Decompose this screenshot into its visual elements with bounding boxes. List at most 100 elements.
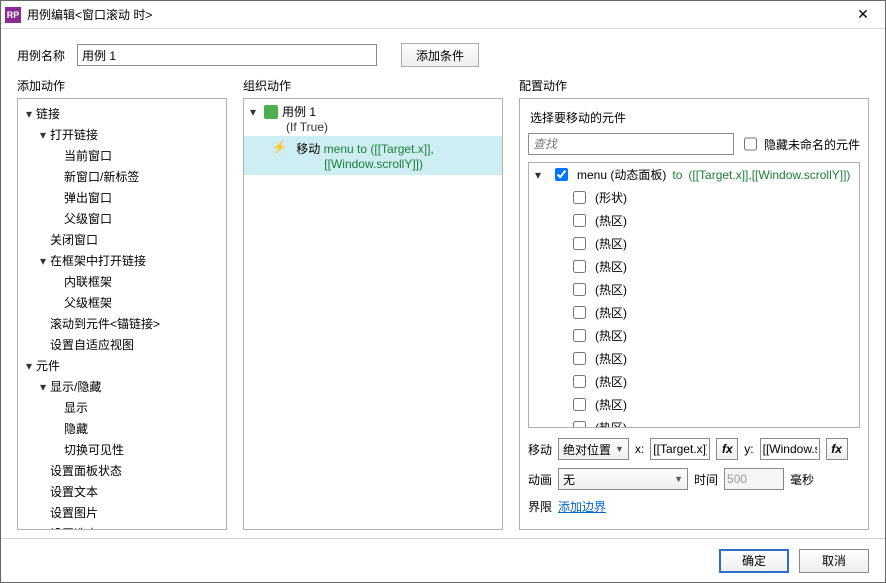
widget-checkbox[interactable] xyxy=(573,398,586,411)
config-controls: 移动 绝对位置 ▼ x: fx y: fx 动画 xyxy=(528,438,860,523)
move-mode-dropdown[interactable]: 绝对位置 ▼ xyxy=(558,438,629,460)
tree-node[interactable]: 隐藏 xyxy=(18,418,226,439)
widget-name: (热区) xyxy=(595,350,627,367)
fx-button-x[interactable]: fx xyxy=(716,438,738,460)
organize-panel[interactable]: 用例 1 (If True) ⚡ 移动 menu to ([[Target.x]… xyxy=(243,98,503,530)
tree-node-label: 新窗口/新标签 xyxy=(64,170,139,184)
widget-row[interactable]: (热区) xyxy=(529,255,859,278)
chevron-down-icon[interactable] xyxy=(38,380,48,394)
widget-row[interactable]: (热区) xyxy=(529,370,859,393)
tree-node-label: 在框架中打开链接 xyxy=(50,254,146,268)
case-icon xyxy=(264,105,278,119)
widget-checkbox[interactable] xyxy=(573,214,586,227)
widget-checkbox[interactable] xyxy=(573,306,586,319)
chevron-down-icon[interactable] xyxy=(248,105,258,119)
fx-button-y[interactable]: fx xyxy=(826,438,848,460)
widget-name: (热区) xyxy=(595,281,627,298)
tree-node[interactable]: 元件 xyxy=(18,355,226,376)
ok-button[interactable]: 确定 xyxy=(719,549,789,573)
tree-node[interactable]: 父级框架 xyxy=(18,292,226,313)
chevron-down-icon[interactable] xyxy=(24,359,34,373)
action-tree-panel[interactable]: 链接打开链接当前窗口新窗口/新标签弹出窗口父级窗口关闭窗口在框架中打开链接内联框… xyxy=(17,98,227,530)
action-target: menu xyxy=(324,142,354,156)
chevron-down-icon[interactable] xyxy=(533,168,543,182)
widget-checkbox[interactable] xyxy=(573,421,586,428)
columns: 添加动作 链接打开链接当前窗口新窗口/新标签弹出窗口父级窗口关闭窗口在框架中打开… xyxy=(1,77,885,538)
tree-node[interactable]: 切换可见性 xyxy=(18,439,226,460)
case-node[interactable]: 用例 1 xyxy=(244,99,502,120)
y-input[interactable] xyxy=(760,438,820,460)
x-label: x: xyxy=(635,442,644,456)
chevron-right-icon[interactable] xyxy=(38,527,48,530)
time-label: 时间 xyxy=(694,471,718,488)
tree-node[interactable]: 新窗口/新标签 xyxy=(18,166,226,187)
tree-node[interactable]: 设置图片 xyxy=(18,502,226,523)
widget-row-menu[interactable]: menu (动态面板) to ([[Target.x]],[[Window.sc… xyxy=(529,163,859,186)
widget-row[interactable]: (热区) xyxy=(529,301,859,324)
tree-node[interactable]: 设置文本 xyxy=(18,481,226,502)
widget-checkbox[interactable] xyxy=(573,283,586,296)
tree-node[interactable]: 关闭窗口 xyxy=(18,229,226,250)
widget-checkbox[interactable] xyxy=(573,329,586,342)
tree-node[interactable]: 在框架中打开链接 xyxy=(18,250,226,271)
widget-row[interactable]: (热区) xyxy=(529,232,859,255)
widget-checkbox[interactable] xyxy=(573,237,586,250)
time-input xyxy=(724,468,784,490)
widget-checkbox[interactable] xyxy=(573,260,586,273)
widget-row[interactable]: (热区) xyxy=(529,278,859,301)
widget-checkbox[interactable] xyxy=(573,191,586,204)
chevron-down-icon[interactable] xyxy=(38,254,48,268)
search-input[interactable] xyxy=(528,133,734,155)
widget-row[interactable]: (热区) xyxy=(529,416,859,428)
tree-node[interactable]: 设置选中 xyxy=(18,523,226,530)
cancel-button[interactable]: 取消 xyxy=(799,549,869,573)
tree-node[interactable]: 显示/隐藏 xyxy=(18,376,226,397)
add-bounds-link[interactable]: 添加边界 xyxy=(558,498,606,515)
action-to: to xyxy=(357,142,367,156)
widget-row[interactable]: (热区) xyxy=(529,393,859,416)
widget-row[interactable]: (热区) xyxy=(529,209,859,232)
case-name-input[interactable] xyxy=(77,44,377,66)
widget-name: (热区) xyxy=(595,419,627,428)
hide-unnamed-text: 隐藏未命名的元件 xyxy=(764,136,860,153)
tree-node-label: 内联框架 xyxy=(64,275,112,289)
x-input[interactable] xyxy=(650,438,710,460)
window-title: 用例编辑<窗口滚动 时> xyxy=(27,6,841,23)
hide-unnamed-checkbox[interactable] xyxy=(744,133,757,155)
organize-action-column: 组织动作 用例 1 (If True) ⚡ 移动 menu to ([[Targ… xyxy=(243,77,503,530)
action-body: 移动 menu to ([[Target.x]], [[Window.scrol… xyxy=(296,140,433,171)
widget-checkbox[interactable] xyxy=(573,352,586,365)
tree-node-label: 设置选中 xyxy=(50,527,98,530)
widget-row[interactable]: (形状) xyxy=(529,186,859,209)
widget-checkbox[interactable] xyxy=(555,168,568,181)
dialog-footer: 确定 取消 xyxy=(1,538,885,582)
tree-node[interactable]: 父级窗口 xyxy=(18,208,226,229)
hide-unnamed-checkbox-label[interactable]: 隐藏未命名的元件 xyxy=(740,130,860,158)
widget-name: (热区) xyxy=(595,396,627,413)
tree-node[interactable]: 内联框架 xyxy=(18,271,226,292)
tree-node-label: 父级框架 xyxy=(64,296,112,310)
tree-node[interactable]: 打开链接 xyxy=(18,124,226,145)
close-icon[interactable]: ✕ xyxy=(841,1,885,29)
titlebar: RP 用例编辑<窗口滚动 时> ✕ xyxy=(1,1,885,29)
anim-dropdown[interactable]: 无 ▼ xyxy=(558,468,688,490)
chevron-down-icon[interactable] xyxy=(38,128,48,142)
widget-row[interactable]: (热区) xyxy=(529,324,859,347)
tree-node[interactable]: 设置面板状态 xyxy=(18,460,226,481)
tree-node[interactable]: 当前窗口 xyxy=(18,145,226,166)
tree-node[interactable]: 显示 xyxy=(18,397,226,418)
widget-row[interactable]: (热区) xyxy=(529,347,859,370)
action-row[interactable]: ⚡ 移动 menu to ([[Target.x]], [[Window.scr… xyxy=(244,136,502,175)
tree-node-label: 设置图片 xyxy=(50,506,98,520)
add-condition-button[interactable]: 添加条件 xyxy=(401,43,479,67)
move-line: 移动 绝对位置 ▼ x: fx y: fx xyxy=(528,438,860,460)
tree-node[interactable]: 弹出窗口 xyxy=(18,187,226,208)
app-icon: RP xyxy=(5,7,21,23)
tree-node-label: 弹出窗口 xyxy=(64,191,112,205)
tree-node[interactable]: 链接 xyxy=(18,103,226,124)
tree-node[interactable]: 滚动到元件<锚链接> xyxy=(18,313,226,334)
widget-checkbox[interactable] xyxy=(573,375,586,388)
tree-node[interactable]: 设置自适应视图 xyxy=(18,334,226,355)
widget-list[interactable]: menu (动态面板) to ([[Target.x]],[[Window.sc… xyxy=(528,162,860,428)
chevron-down-icon[interactable] xyxy=(24,107,34,121)
